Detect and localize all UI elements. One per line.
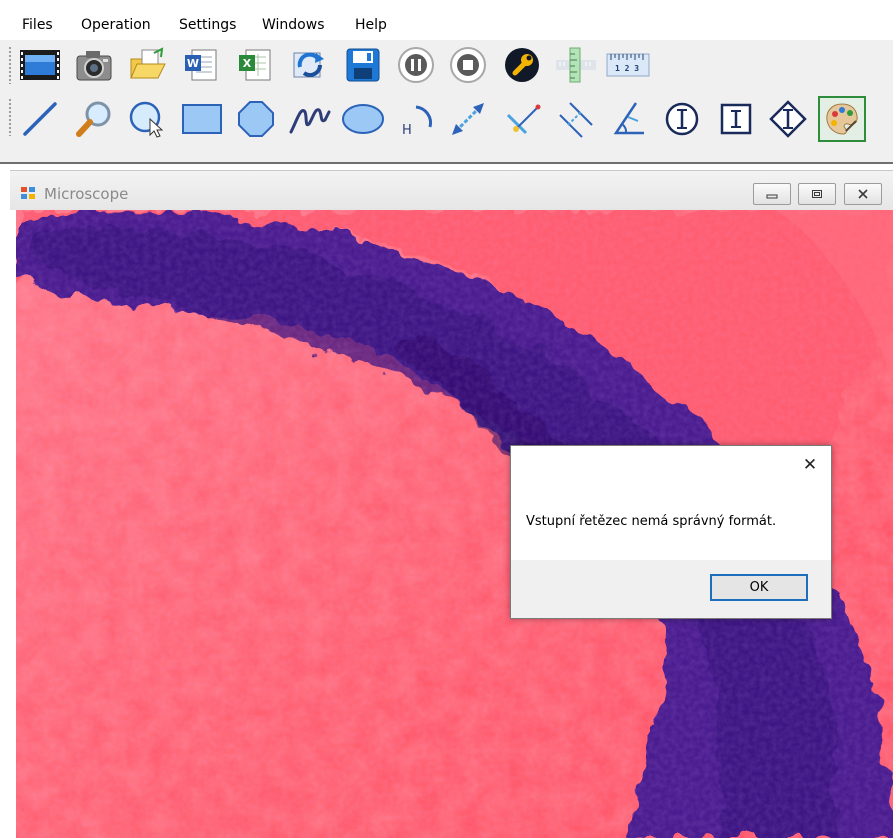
close-button[interactable] — [844, 183, 882, 205]
svg-text:X: X — [243, 57, 252, 70]
ellipse-tool-button[interactable] — [341, 97, 385, 141]
diamond-i-tool-icon — [769, 100, 807, 138]
settings-wrench-button[interactable] — [500, 43, 544, 87]
excel-export-button[interactable]: X — [234, 43, 278, 87]
line-tool-icon — [23, 102, 57, 136]
pause-button[interactable] — [394, 43, 438, 87]
distance-tool-icon — [452, 103, 484, 135]
minimize-icon — [766, 194, 778, 199]
toolbar-grip[interactable] — [8, 46, 12, 84]
pause-icon — [398, 47, 434, 83]
ruler-scale-label: 1 2 3 — [615, 64, 640, 73]
svg-text:W: W — [187, 57, 199, 70]
circle-select-tool-button[interactable] — [126, 97, 170, 141]
open-folder-icon — [130, 47, 166, 79]
error-dialog: ✕ Vstupní řetězec nemá správný formát. O… — [510, 445, 832, 619]
rectangle-tool-button[interactable] — [180, 97, 224, 141]
dialog-footer: OK — [511, 560, 831, 618]
vertical-ruler-button[interactable] — [554, 43, 598, 87]
palette-button[interactable] — [818, 96, 866, 142]
point-line-tool-button[interactable] — [500, 97, 544, 141]
camera-button[interactable] — [72, 43, 116, 87]
palette-icon — [826, 103, 858, 135]
freehand-icon — [289, 108, 331, 134]
excel-export-icon: X — [239, 49, 271, 81]
angle-tool-icon — [613, 102, 644, 135]
window-app-icon — [21, 187, 35, 199]
toolbar-area: W X 1 2 3 H — [0, 40, 893, 164]
close-icon — [858, 189, 868, 199]
zoom-tool-button[interactable] — [72, 97, 116, 141]
toolbar-grip[interactable] — [8, 98, 12, 136]
circle-select-icon — [129, 101, 164, 138]
close-icon: ✕ — [802, 455, 818, 475]
save-button[interactable] — [341, 43, 385, 87]
vertical-ruler-icon — [556, 47, 596, 83]
camera-icon — [76, 51, 112, 81]
freehand-tool-button[interactable] — [288, 97, 332, 141]
line-tool-button[interactable] — [18, 97, 62, 141]
word-export-icon: W — [185, 49, 217, 81]
polygon-tool-icon — [238, 101, 274, 137]
polygon-tool-button[interactable] — [234, 97, 278, 141]
video-icon — [20, 50, 60, 80]
point-line-tool-icon — [506, 104, 541, 135]
parallel-lines-tool-icon — [559, 102, 593, 138]
save-icon — [346, 48, 380, 82]
menu-windows[interactable]: Windows — [262, 16, 325, 34]
menu-bar: Files Operation Settings Windows Help — [0, 0, 893, 40]
dialog-message: Vstupní řetězec nemá správný formát. — [526, 514, 777, 529]
wrench-icon — [505, 48, 539, 82]
child-window-titlebar[interactable]: Microscope — [10, 170, 893, 210]
angle-tool-button[interactable] — [606, 97, 650, 141]
rectangle-tool-icon — [182, 104, 222, 134]
refresh-button[interactable] — [288, 43, 332, 87]
open-button[interactable] — [126, 43, 170, 87]
circle-i-tool-button[interactable] — [660, 97, 704, 141]
diamond-i-tool-button[interactable] — [766, 97, 810, 141]
minimize-button[interactable] — [753, 183, 791, 205]
square-i-tool-icon — [720, 103, 752, 135]
zoom-icon — [76, 101, 111, 137]
arc-tool-icon: H — [402, 105, 432, 138]
stop-icon — [450, 47, 486, 83]
menu-help[interactable]: Help — [355, 16, 387, 34]
restore-button[interactable] — [798, 183, 836, 205]
square-i-tool-button[interactable] — [714, 97, 758, 141]
menu-operation[interactable]: Operation — [81, 16, 151, 34]
refresh-icon — [293, 52, 324, 78]
parallel-lines-tool-button[interactable] — [554, 97, 598, 141]
distance-tool-button[interactable] — [446, 97, 490, 141]
ellipse-tool-icon — [342, 104, 384, 134]
ok-button[interactable]: OK — [710, 574, 808, 601]
arc-tool-button[interactable]: H — [394, 97, 438, 141]
svg-text:H: H — [402, 123, 412, 138]
menu-settings[interactable]: Settings — [179, 16, 236, 34]
child-window-title: Microscope — [44, 185, 129, 203]
word-export-button[interactable]: W — [180, 43, 224, 87]
menu-files[interactable]: Files — [22, 16, 53, 34]
dialog-close-button[interactable]: ✕ — [799, 454, 821, 476]
video-button[interactable] — [18, 43, 62, 87]
circle-i-tool-icon — [665, 102, 699, 136]
stop-button[interactable] — [446, 43, 490, 87]
horizontal-ruler-button[interactable]: 1 2 3 — [606, 43, 650, 87]
restore-icon — [812, 190, 822, 198]
